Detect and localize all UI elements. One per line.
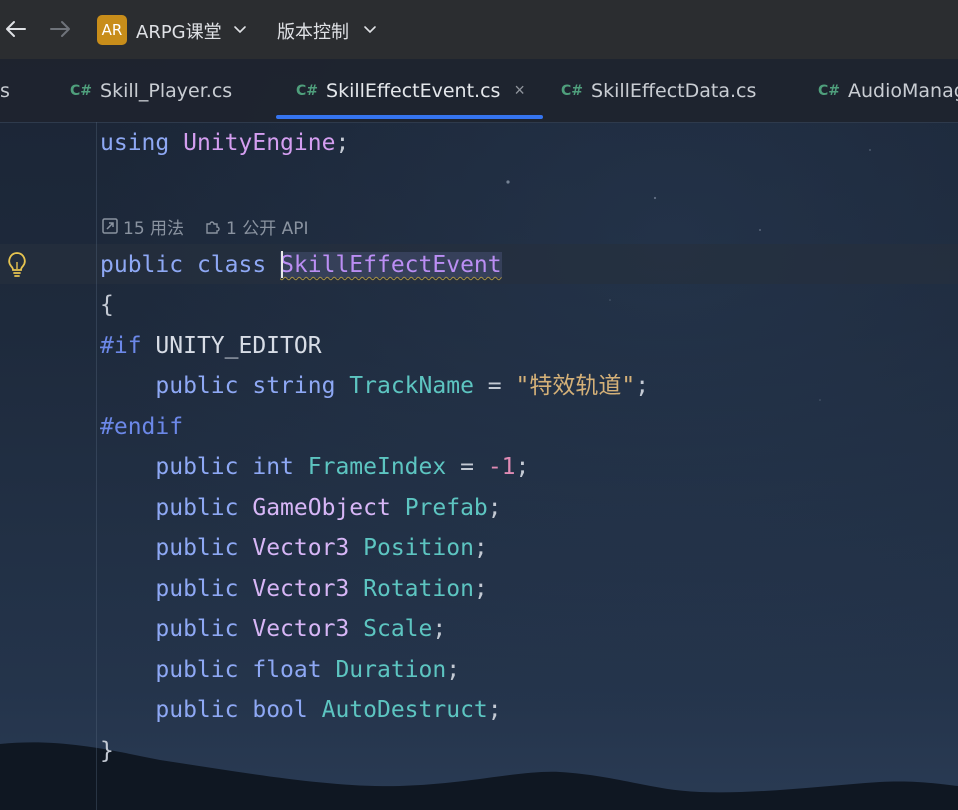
type: Vector3 [252, 576, 350, 602]
code-line[interactable]: #if UNITY_EDITOR [100, 326, 322, 366]
punctuation: ; [487, 697, 502, 723]
type: Vector3 [252, 616, 350, 642]
punctuation: ; [335, 130, 350, 156]
symbol: UNITY_EDITOR [155, 333, 322, 359]
punctuation: ; [515, 454, 530, 480]
csharp-icon: C# [818, 82, 841, 99]
code-line[interactable]: public string TrackName = "特效轨道"; [100, 366, 649, 406]
tab-label: Skill_Player.cs [100, 79, 233, 102]
csharp-icon: C# [561, 82, 584, 99]
csharp-icon: C# [70, 82, 93, 99]
public-api-hint[interactable]: 1 公开 API [204, 214, 309, 239]
operator: = [460, 454, 474, 480]
class-name: SkillEffectEvent [280, 252, 502, 278]
code-line[interactable]: public Vector3 Rotation; [100, 569, 488, 609]
code-line[interactable]: public int FrameIndex = -1; [100, 447, 529, 487]
field: Scale [363, 616, 433, 642]
code-line[interactable]: { [100, 285, 114, 325]
preprocessor: #endif [100, 414, 184, 440]
field: TrackName [349, 373, 474, 399]
type: string [252, 373, 336, 399]
code-line[interactable]: } [100, 731, 114, 771]
field: Prefab [404, 495, 488, 521]
code-line[interactable]: public GameObject Prefab; [100, 488, 502, 528]
external-link-icon [102, 218, 118, 234]
keyword: public [155, 616, 239, 642]
punctuation: ; [635, 373, 650, 399]
public-api-label: 1 公开 API [226, 218, 309, 239]
code-line[interactable]: public Vector3 Position; [100, 528, 488, 568]
code-line-class-declaration[interactable]: public class SkillEffectEvent [100, 245, 502, 285]
punctuation: ; [487, 495, 502, 521]
usages-label: 15 用法 [123, 218, 185, 239]
puzzle-icon [206, 221, 220, 234]
code-line[interactable]: public bool AutoDestruct; [100, 690, 502, 730]
field: AutoDestruct [321, 697, 488, 723]
keyword: public [155, 576, 239, 602]
type: GameObject [252, 495, 391, 521]
punctuation: ; [473, 576, 488, 602]
active-tab-indicator [276, 115, 543, 119]
code-line[interactable]: public Vector3 Scale; [100, 609, 446, 649]
punctuation: } [100, 738, 114, 764]
tab-label: AudioManag [848, 79, 958, 102]
tab-skill-effect-data[interactable]: C# SkillEffectData.cs [561, 59, 756, 122]
keyword: public [100, 252, 184, 278]
preprocessor: #if [100, 333, 142, 359]
keyword: public [155, 535, 239, 561]
tab-skill-player[interactable]: C# Skill_Player.cs [70, 59, 232, 122]
keyword: public [155, 657, 239, 683]
code-line[interactable]: using UnityEngine; [100, 123, 349, 163]
field: FrameIndex [307, 454, 447, 480]
namespace: UnityEngine [183, 130, 336, 156]
operator: = [487, 373, 502, 399]
close-icon[interactable]: × [514, 80, 525, 101]
field: Duration [335, 657, 447, 683]
punctuation: ; [432, 616, 447, 642]
type: bool [252, 697, 308, 723]
punctuation: { [100, 292, 114, 318]
version-control-menu[interactable]: 版本控制 [277, 18, 349, 44]
keyword: public [155, 454, 239, 480]
keyword: using [100, 130, 170, 156]
field: Rotation [363, 576, 474, 602]
tab-audio-manager[interactable]: C# AudioManag [818, 59, 958, 122]
field: Position [363, 535, 474, 561]
string: "特效轨道" [515, 373, 636, 399]
project-name[interactable]: ARPG课堂 [136, 18, 222, 44]
keyword: public [155, 373, 239, 399]
inlay-hints: 15 用法 1 公开 API [101, 214, 329, 239]
csharp-icon: C# [296, 82, 319, 99]
usages-hint[interactable]: 15 用法 [101, 214, 184, 239]
editor-tab-bar: s C# Skill_Player.cs C# SkillEffectEvent… [0, 59, 958, 123]
lightbulb-icon[interactable] [5, 250, 29, 283]
chevron-down-icon[interactable] [362, 21, 378, 42]
back-arrow-icon[interactable] [2, 15, 30, 43]
title-bar: AR ARPG课堂 版本控制 [0, 0, 958, 59]
tab-label: SkillEffectEvent.cs [326, 79, 501, 102]
number: -1 [487, 454, 516, 480]
type: int [252, 454, 294, 480]
project-badge[interactable]: AR [97, 15, 127, 45]
forward-arrow-icon[interactable] [46, 15, 74, 43]
punctuation: ; [446, 657, 461, 683]
code-line[interactable]: #endif [100, 407, 183, 447]
type: Vector3 [252, 535, 350, 561]
keyword: public [155, 495, 239, 521]
type: float [252, 657, 322, 683]
keyword: class [196, 252, 267, 278]
chevron-down-icon[interactable] [232, 21, 248, 42]
tab-skill-effect-event[interactable]: C# SkillEffectEvent.cs × [296, 59, 525, 122]
text-caret [281, 251, 283, 278]
tab-partial[interactable]: s [0, 59, 10, 122]
code-line[interactable]: public float Duration; [100, 650, 460, 690]
tab-label: s [0, 79, 10, 102]
punctuation: ; [473, 535, 488, 561]
tab-label: SkillEffectData.cs [591, 79, 757, 102]
keyword: public [155, 697, 239, 723]
